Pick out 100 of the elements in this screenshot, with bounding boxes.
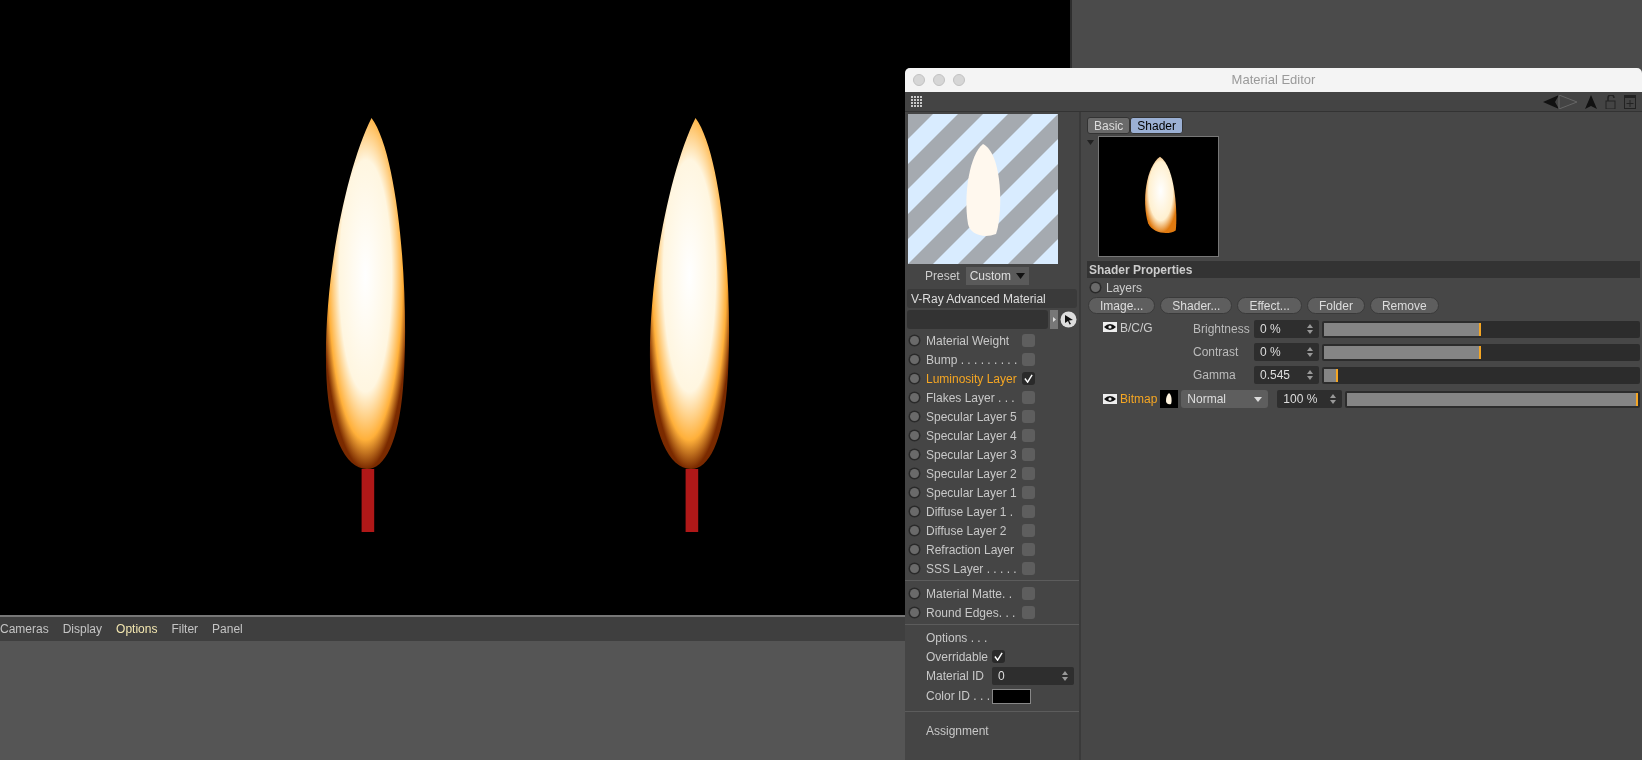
action-button[interactable]: Remove [1369,297,1439,314]
layer-label[interactable]: Diffuse Layer 2 [926,521,1017,540]
eye-icon [1103,394,1117,404]
checkbox[interactable] [1022,543,1035,556]
circle-icon[interactable] [908,543,921,556]
preset-dropdown[interactable]: Custom [965,267,1030,285]
stepper-icon [1307,370,1313,380]
circle-icon[interactable] [908,505,921,518]
menu-item[interactable]: Display [62,620,103,638]
circle-icon[interactable] [908,524,921,537]
number-field[interactable]: 0 % [1254,343,1319,361]
layer-label[interactable]: Specular Layer 2 [926,464,1017,483]
checkbox[interactable] [1022,334,1035,347]
collapse-triangle-icon[interactable] [1087,140,1094,145]
layer-label[interactable]: Round Edges. . . [926,603,1017,622]
checkbox[interactable] [1022,562,1035,575]
circle-icon[interactable] [908,353,921,366]
tab[interactable]: Shader [1130,117,1184,134]
window-title: Material Editor [1231,71,1316,90]
grip-icon[interactable] [911,95,923,108]
material-name-field[interactable]: V-Ray Advanced Material [907,289,1077,308]
circle-icon[interactable] [908,606,921,619]
action-button[interactable]: Effect... [1237,297,1302,314]
checkmark-icon [1024,374,1033,383]
back-arrow-icon[interactable] [1543,94,1577,109]
color-swatch[interactable] [992,688,1031,704]
stepper-icon [1307,347,1313,357]
slider-track[interactable] [1322,366,1640,384]
menu-item[interactable]: Cameras [0,620,49,638]
circle-icon[interactable] [908,467,921,480]
menu-item[interactable]: Filter [171,620,199,638]
slider-track[interactable] [1322,320,1640,338]
layer-label[interactable]: Material Matte. . [926,584,1017,603]
checkbox[interactable] [1022,429,1035,442]
action-button[interactable]: Image... [1088,297,1156,314]
layer-name: B/C/G [1120,322,1153,334]
number-field[interactable]: 0 % [1254,320,1319,338]
checkbox[interactable] [1022,606,1035,619]
checkbox[interactable] [1022,391,1035,404]
close-button[interactable] [913,74,925,86]
material-id-label: Material ID [926,668,985,685]
circle-icon[interactable] [908,486,921,499]
layer-label[interactable]: Flakes Layer . . . [926,388,1017,407]
checkbox[interactable] [1022,587,1035,600]
layer-label[interactable]: Specular Layer 5 [926,407,1017,426]
layer-label[interactable]: Bump . . . . . . . . . [926,350,1017,369]
number-field[interactable]: 0 [992,667,1074,685]
preset-label: Preset [925,268,960,285]
circle-icon[interactable] [908,429,921,442]
section-header: Shader Properties [1087,261,1640,278]
stepper-icon [1062,671,1068,681]
zoom-button[interactable] [953,74,965,86]
circle-icon[interactable] [908,587,921,600]
layer-label[interactable]: Luminosity Layer [926,369,1017,388]
minimize-button[interactable] [933,74,945,86]
checkbox[interactable] [1022,524,1035,537]
circle-icon[interactable] [1089,281,1102,294]
tab[interactable]: Basic [1087,117,1131,134]
action-button[interactable]: Folder [1306,297,1365,314]
checkbox[interactable] [992,650,1006,663]
assignment-label: Assignment [926,724,989,738]
number-field[interactable]: 100 % [1277,390,1343,408]
checkbox[interactable] [1022,410,1035,423]
circle-icon[interactable] [908,372,921,385]
new-window-icon[interactable] [1624,94,1636,109]
layer-label[interactable]: Material Weight [926,331,1017,350]
layer-label[interactable]: Specular Layer 1 [926,483,1017,502]
layer-name: Bitmap [1120,391,1158,408]
layer-label[interactable]: SSS Layer . . . . . [926,559,1017,578]
checkbox[interactable] [1022,353,1035,366]
checkbox[interactable] [1022,467,1035,480]
layer-label[interactable]: Refraction Layer [926,540,1017,559]
checkmark-icon [994,652,1004,661]
up-arrow-icon[interactable] [1585,94,1597,109]
circle-icon[interactable] [908,334,921,347]
overridable-label: Overridable [926,648,989,666]
checkbox[interactable] [1022,505,1035,518]
options-label: Options . . . [926,630,989,647]
triangle-icon [1052,317,1056,322]
param-label: Gamma [1193,367,1237,384]
slider-track[interactable] [1322,343,1640,361]
number-field[interactable]: 0.545 [1254,366,1319,384]
layer-label[interactable]: Specular Layer 4 [926,426,1017,445]
menu-item[interactable]: Panel [212,620,243,638]
action-button[interactable]: Shader... [1160,297,1233,314]
checkbox[interactable] [1022,486,1035,499]
checkbox[interactable] [1022,448,1035,461]
circle-icon[interactable] [908,391,921,404]
circle-icon[interactable] [908,448,921,461]
pointer-icon[interactable] [1060,311,1077,328]
lock-icon[interactable] [1605,94,1616,109]
circle-icon[interactable] [908,562,921,575]
checkbox[interactable] [1022,372,1035,385]
eye-icon [1103,322,1117,332]
blend-mode-dropdown[interactable]: Normal [1181,390,1269,408]
circle-icon[interactable] [908,410,921,423]
layer-label[interactable]: Diffuse Layer 1 . [926,502,1017,521]
layers-label: Layers [1106,279,1143,297]
menu-item[interactable]: Options [116,620,158,638]
layer-label[interactable]: Specular Layer 3 [926,445,1017,464]
